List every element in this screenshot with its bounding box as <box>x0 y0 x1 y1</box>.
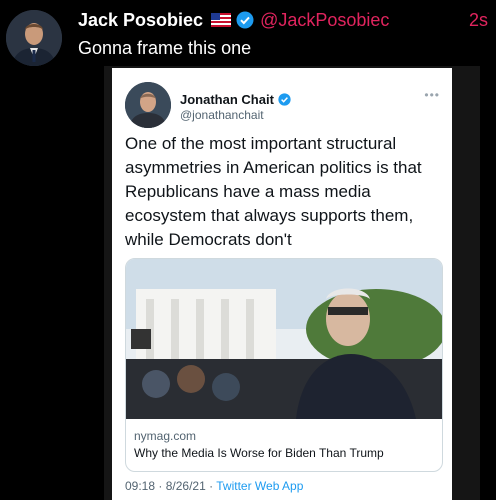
embedded-tweet-card[interactable]: Jonathan Chait @jonathanchait ••• One of… <box>112 68 452 500</box>
author-handle[interactable]: @JackPosobiec <box>260 10 389 31</box>
meta-separator: · <box>209 479 214 493</box>
link-preview-card: nymag.com Why the Media Is Worse for Bid… <box>125 258 443 472</box>
tweet-text: Gonna frame this one <box>78 38 252 58</box>
link-preview-image <box>126 259 442 419</box>
more-dots-icon: ••• <box>424 88 440 102</box>
tweet-date: 8/26/21 <box>165 479 206 493</box>
author-avatar[interactable] <box>6 10 62 66</box>
tweet-time[interactable]: 2s <box>469 10 488 31</box>
verified-badge-icon <box>236 11 254 29</box>
verified-badge-icon <box>278 93 291 106</box>
tweet-header: Jack Posobiec @JackPosobiec 2s <box>78 8 488 32</box>
author-name[interactable]: Jack Posobiec <box>78 10 203 31</box>
embedded-tweet-text: One of the most important structural asy… <box>125 134 422 249</box>
tweet-meta: 09:18 · 8/26/21 · Twitter Web App <box>125 479 303 493</box>
embedded-author-handle: @jonathanchait <box>180 108 264 122</box>
tweet-source: Twitter Web App <box>216 479 304 493</box>
embedded-author-name-row: Jonathan Chait <box>180 92 291 107</box>
embedded-author-avatar <box>125 82 171 128</box>
meta-separator: · <box>158 479 163 493</box>
us-flag-icon <box>211 13 232 27</box>
embedded-author-name: Jonathan Chait <box>180 92 274 107</box>
link-title: Why the Media Is Worse for Biden Than Tr… <box>134 446 384 460</box>
tweet-timestamp: 09:18 <box>125 479 156 493</box>
link-domain: nymag.com <box>134 429 197 443</box>
